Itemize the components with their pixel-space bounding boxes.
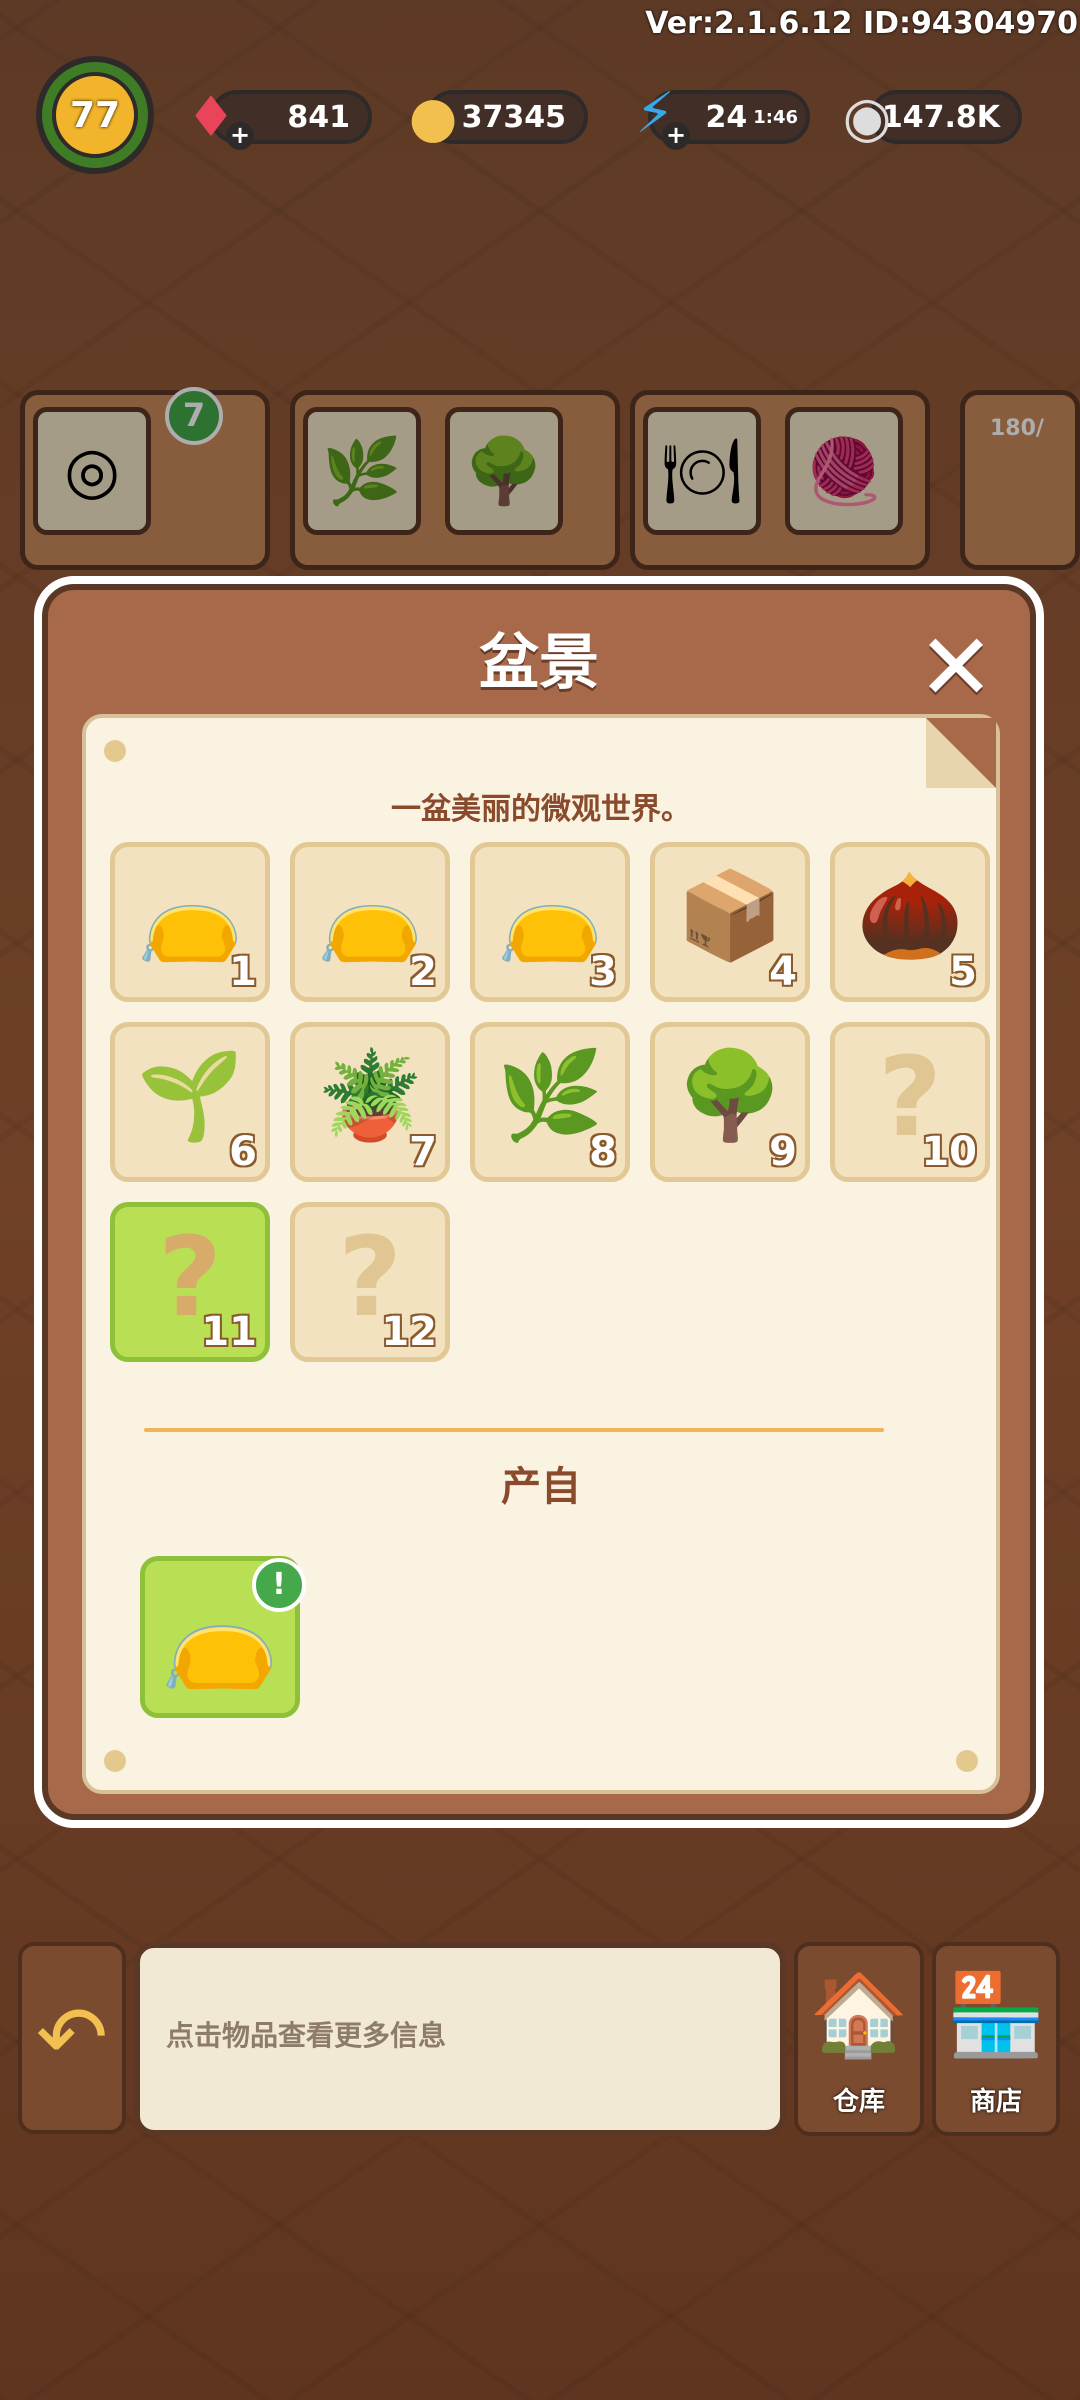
item-description: 一盆美丽的微观世界。 bbox=[391, 792, 691, 827]
evolution-item-12[interactable]: ? 12 bbox=[290, 1202, 450, 1362]
info-panel: 点击物品查看更多信息 bbox=[134, 1942, 786, 2136]
add-gems-button[interactable]: + bbox=[226, 122, 254, 150]
pin bbox=[104, 1750, 126, 1772]
shop-icon: 🏪 bbox=[946, 1968, 1046, 2061]
evolution-item-7[interactable]: 🪴 7 bbox=[290, 1022, 450, 1182]
back-arrow-icon: ↶ bbox=[35, 1988, 109, 2088]
modal-title: 盆景 bbox=[479, 628, 599, 698]
version-label: Ver:2.1.6.12 ID:94304970 bbox=[645, 6, 1078, 41]
warehouse-label: 仓库 bbox=[832, 2087, 885, 2117]
evolution-item-5[interactable]: 🌰 5 bbox=[830, 842, 990, 1002]
evolution-item-2[interactable]: 👝 2 bbox=[290, 842, 450, 1002]
pin bbox=[104, 740, 126, 762]
item-level-number: 11 bbox=[201, 1309, 257, 1355]
evolution-item-11[interactable]: ? 11 bbox=[110, 1202, 270, 1362]
warehouse-icon: 🏠 bbox=[809, 1968, 909, 2061]
seed-icon: ◉ bbox=[842, 84, 892, 150]
item-level-number: 12 bbox=[381, 1309, 437, 1355]
source-alert-badge: ! bbox=[252, 1558, 306, 1612]
item-level-number: 7 bbox=[409, 1129, 437, 1175]
item-level-number: 10 bbox=[921, 1129, 977, 1175]
evolution-item-1[interactable]: 👝 1 bbox=[110, 842, 270, 1002]
evolution-item-8[interactable]: 🌿 8 bbox=[470, 1022, 630, 1182]
info-text: 点击物品查看更多信息 bbox=[166, 2019, 447, 2052]
page-fold bbox=[926, 718, 996, 788]
warehouse-button[interactable]: 🏠 仓库 bbox=[794, 1942, 924, 2136]
evolution-item-6[interactable]: 🌱 6 bbox=[110, 1022, 270, 1182]
item-level-number: 5 bbox=[949, 949, 977, 995]
close-icon[interactable]: ✕ bbox=[916, 622, 996, 714]
coin-icon: ● bbox=[408, 84, 458, 150]
evolution-item-4[interactable]: 📦 4 bbox=[650, 842, 810, 1002]
item-level-number: 2 bbox=[409, 949, 437, 995]
item-level-number: 4 bbox=[769, 949, 797, 995]
produced-from-label: 产自 bbox=[501, 1464, 581, 1510]
divider bbox=[144, 1428, 884, 1432]
item-level-number: 6 bbox=[229, 1129, 257, 1175]
pin bbox=[956, 1750, 978, 1772]
level-badge[interactable]: 77 bbox=[36, 56, 154, 174]
evolution-item-9[interactable]: 🌳 9 bbox=[650, 1022, 810, 1182]
item-level-number: 9 bbox=[769, 1129, 797, 1175]
shop-label: 商店 bbox=[969, 2087, 1022, 2117]
evolution-item-3[interactable]: 👝 3 bbox=[470, 842, 630, 1002]
item-level-number: 8 bbox=[589, 1129, 617, 1175]
item-level-number: 3 bbox=[589, 949, 617, 995]
level-value: 77 bbox=[52, 72, 138, 158]
shop-button[interactable]: 🏪 商店 bbox=[932, 1942, 1060, 2136]
back-button[interactable]: ↶ bbox=[18, 1942, 126, 2134]
add-energy-button[interactable]: + bbox=[662, 122, 690, 150]
item-level-number: 1 bbox=[229, 949, 257, 995]
evolution-item-10[interactable]: ? 10 bbox=[830, 1022, 990, 1182]
